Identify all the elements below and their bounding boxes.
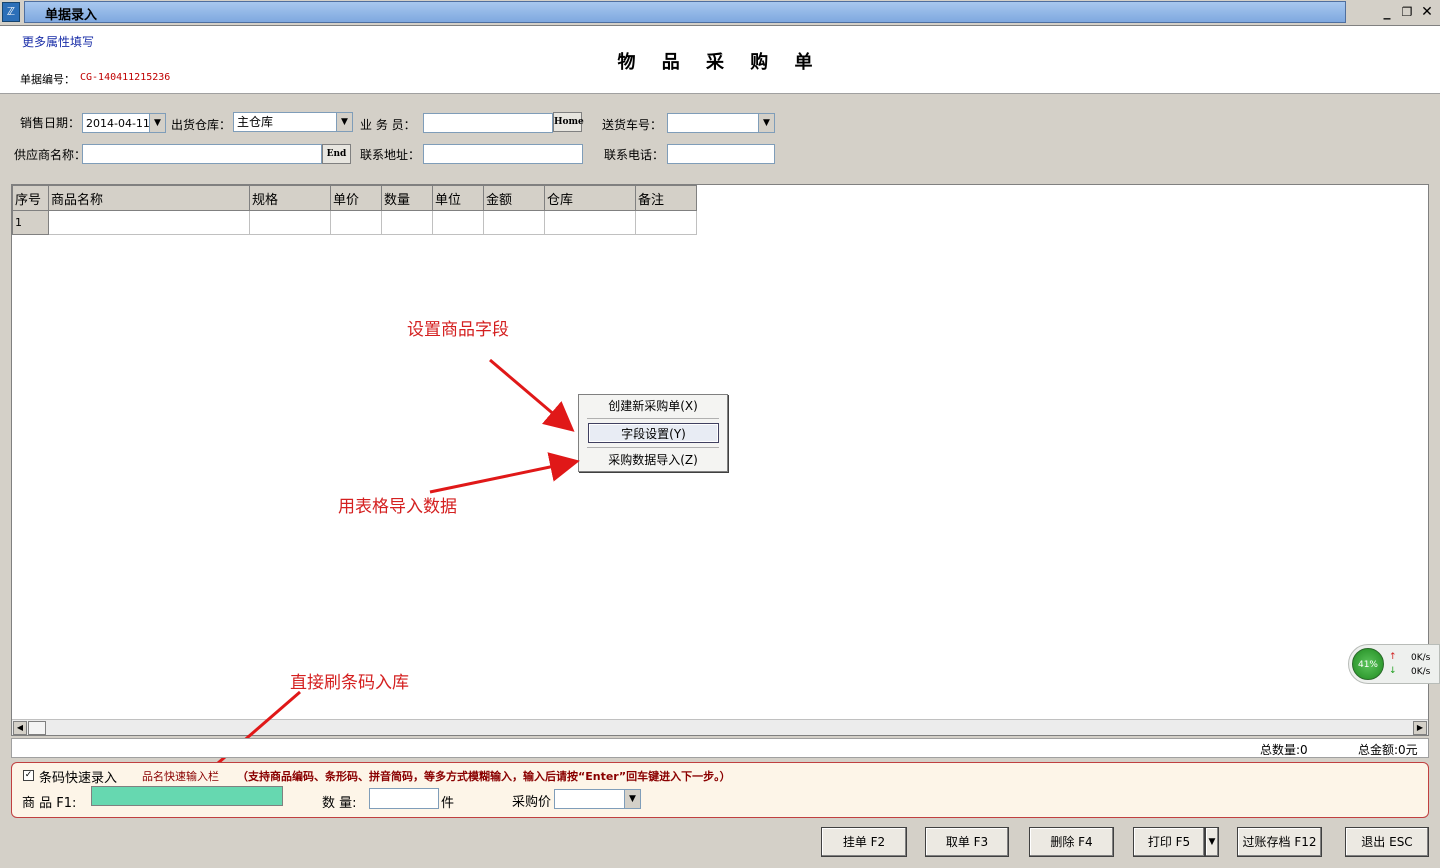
exit-button[interactable]: 退出 ESC [1345, 827, 1429, 857]
arrow-down-icon: ↓ [1389, 666, 1397, 676]
annotation-barcode: 直接刷条码入库 [290, 673, 409, 693]
download-speed: 0K/s [1411, 667, 1431, 677]
quick-entry-hint: （支持商品编码、条形码、拼音简码，等多方式模糊输入，输入后请按“Enter”回车… [237, 770, 731, 783]
chevron-down-icon[interactable]: ▼ [624, 790, 640, 808]
delete-button[interactable]: 删除 F4 [1029, 827, 1114, 857]
print-button[interactable]: 打印 F5 [1133, 827, 1205, 857]
annotation-import-table: 用表格导入数据 [338, 497, 457, 517]
arrow-up-icon: ↑ [1389, 652, 1397, 662]
qty-label: 数 量: [322, 796, 357, 811]
barcode-quick-checkbox[interactable]: ✓ [23, 770, 34, 781]
arrow-to-field-settings [489, 358, 575, 432]
quick-bar-label: 品名快速输入栏 [142, 770, 219, 783]
price-label: 采购价 [512, 795, 552, 810]
network-speed-widget[interactable]: 41% ↑ ↓ 0K/s 0K/s [1348, 644, 1440, 684]
cpu-percent: 41% [1352, 648, 1384, 680]
total-amount: 总金额:0元 [1358, 743, 1418, 757]
post-button[interactable]: 过账存档 F12 [1237, 827, 1322, 857]
product-input[interactable] [91, 786, 283, 806]
barcode-quick-label[interactable]: 条码快速录入 [39, 767, 117, 786]
total-qty: 总数量:0 [1260, 743, 1308, 757]
fetch-button[interactable]: 取单 F3 [925, 827, 1009, 857]
annotation-set-fields: 设置商品字段 [407, 320, 509, 340]
quick-entry-panel: ✓ 条码快速录入 品名快速输入栏 （支持商品编码、条形码、拼音简码，等多方式模糊… [11, 762, 1429, 818]
qty-input[interactable] [369, 788, 439, 809]
product-label: 商 品 F1: [22, 796, 77, 811]
hold-button[interactable]: 挂单 F2 [821, 827, 907, 857]
price-select[interactable]: ▼ [554, 789, 641, 809]
unit-label: 件 [441, 796, 455, 811]
totals-bar: 总数量:0 总金额:0元 [11, 738, 1429, 758]
upload-speed: 0K/s [1411, 653, 1431, 663]
arrow-to-import [429, 452, 580, 494]
print-dropdown-icon[interactable]: ▼ [1205, 827, 1219, 857]
